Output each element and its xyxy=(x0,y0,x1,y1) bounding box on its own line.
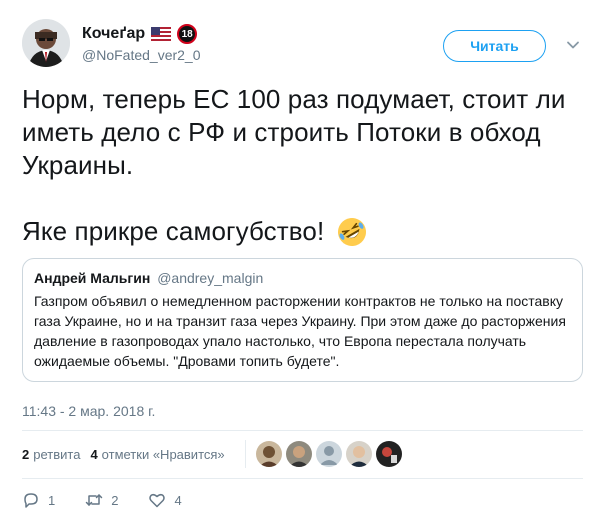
liker-avatar[interactable] xyxy=(256,441,282,467)
tweet-text-line: Яке прикре самогубство! xyxy=(22,216,325,246)
retweet-button[interactable]: 2 xyxy=(85,491,118,509)
tweet-timestamp[interactable]: 11:43 - 2 мар. 2018 г. xyxy=(22,403,155,419)
user-handle[interactable]: @NoFated_ver2_0 xyxy=(82,47,201,63)
tweet-actions: 1 2 4 xyxy=(22,491,212,509)
quoted-tweet[interactable]: Андрей Мальгин @andrey_malgin Газпром об… xyxy=(22,258,583,382)
reply-count: 1 xyxy=(48,492,56,508)
tweet-card: Кочеґар 18 @NoFated_ver2_0 Читать Норм, … xyxy=(0,0,603,523)
quoted-tweet-author-name: Андрей Мальгин xyxy=(34,270,151,286)
age-restriction-badge: 18 xyxy=(177,24,198,44)
like-count: 4 xyxy=(174,492,182,508)
tweet-text: Норм, теперь ЕС 100 раз подумает, стоит … xyxy=(22,83,587,248)
follow-button[interactable]: Читать xyxy=(443,30,546,62)
avatar[interactable] xyxy=(22,19,70,67)
divider xyxy=(22,478,583,479)
tweet-text-paragraph-2: Яке прикре самогубство! xyxy=(22,215,587,248)
liker-avatar[interactable] xyxy=(346,441,372,467)
reply-button[interactable]: 1 xyxy=(22,491,55,509)
tweet-text-paragraph-1: Норм, теперь ЕС 100 раз подумает, стоит … xyxy=(22,84,566,180)
rolling-laughing-emoji-icon xyxy=(336,216,368,248)
quoted-tweet-author-handle: @andrey_malgin xyxy=(157,270,264,286)
divider xyxy=(22,430,583,431)
us-flag-icon xyxy=(151,27,172,41)
likes-label: отметки «Нравится» xyxy=(101,447,225,462)
quoted-tweet-header: Андрей Мальгин @andrey_malgin xyxy=(34,269,572,287)
heart-icon xyxy=(149,493,166,508)
retweets-count: 2 xyxy=(22,447,30,462)
liker-avatar[interactable] xyxy=(376,441,402,467)
user-name-row: Кочеґар 18 xyxy=(82,24,198,44)
likers-avatars xyxy=(256,441,402,467)
retweet-count: 2 xyxy=(111,492,119,508)
retweets-stat[interactable]: 2 ретвита xyxy=(22,447,80,462)
retweet-icon xyxy=(85,494,103,506)
like-button[interactable]: 4 xyxy=(148,491,182,509)
retweets-label: ретвита xyxy=(33,447,81,462)
stats-separator xyxy=(245,440,246,468)
chevron-down-icon[interactable] xyxy=(566,38,580,52)
reply-icon xyxy=(24,493,38,508)
tweet-stats: 2 ретвита 4 отметки «Нравится» xyxy=(22,447,225,462)
likes-count: 4 xyxy=(90,447,98,462)
display-name[interactable]: Кочеґар xyxy=(82,25,145,43)
quoted-tweet-text: Газпром объявил о немедленном расторжени… xyxy=(34,293,566,369)
liker-avatar[interactable] xyxy=(316,441,342,467)
liker-avatar[interactable] xyxy=(286,441,312,467)
likes-stat[interactable]: 4 отметки «Нравится» xyxy=(90,447,224,462)
